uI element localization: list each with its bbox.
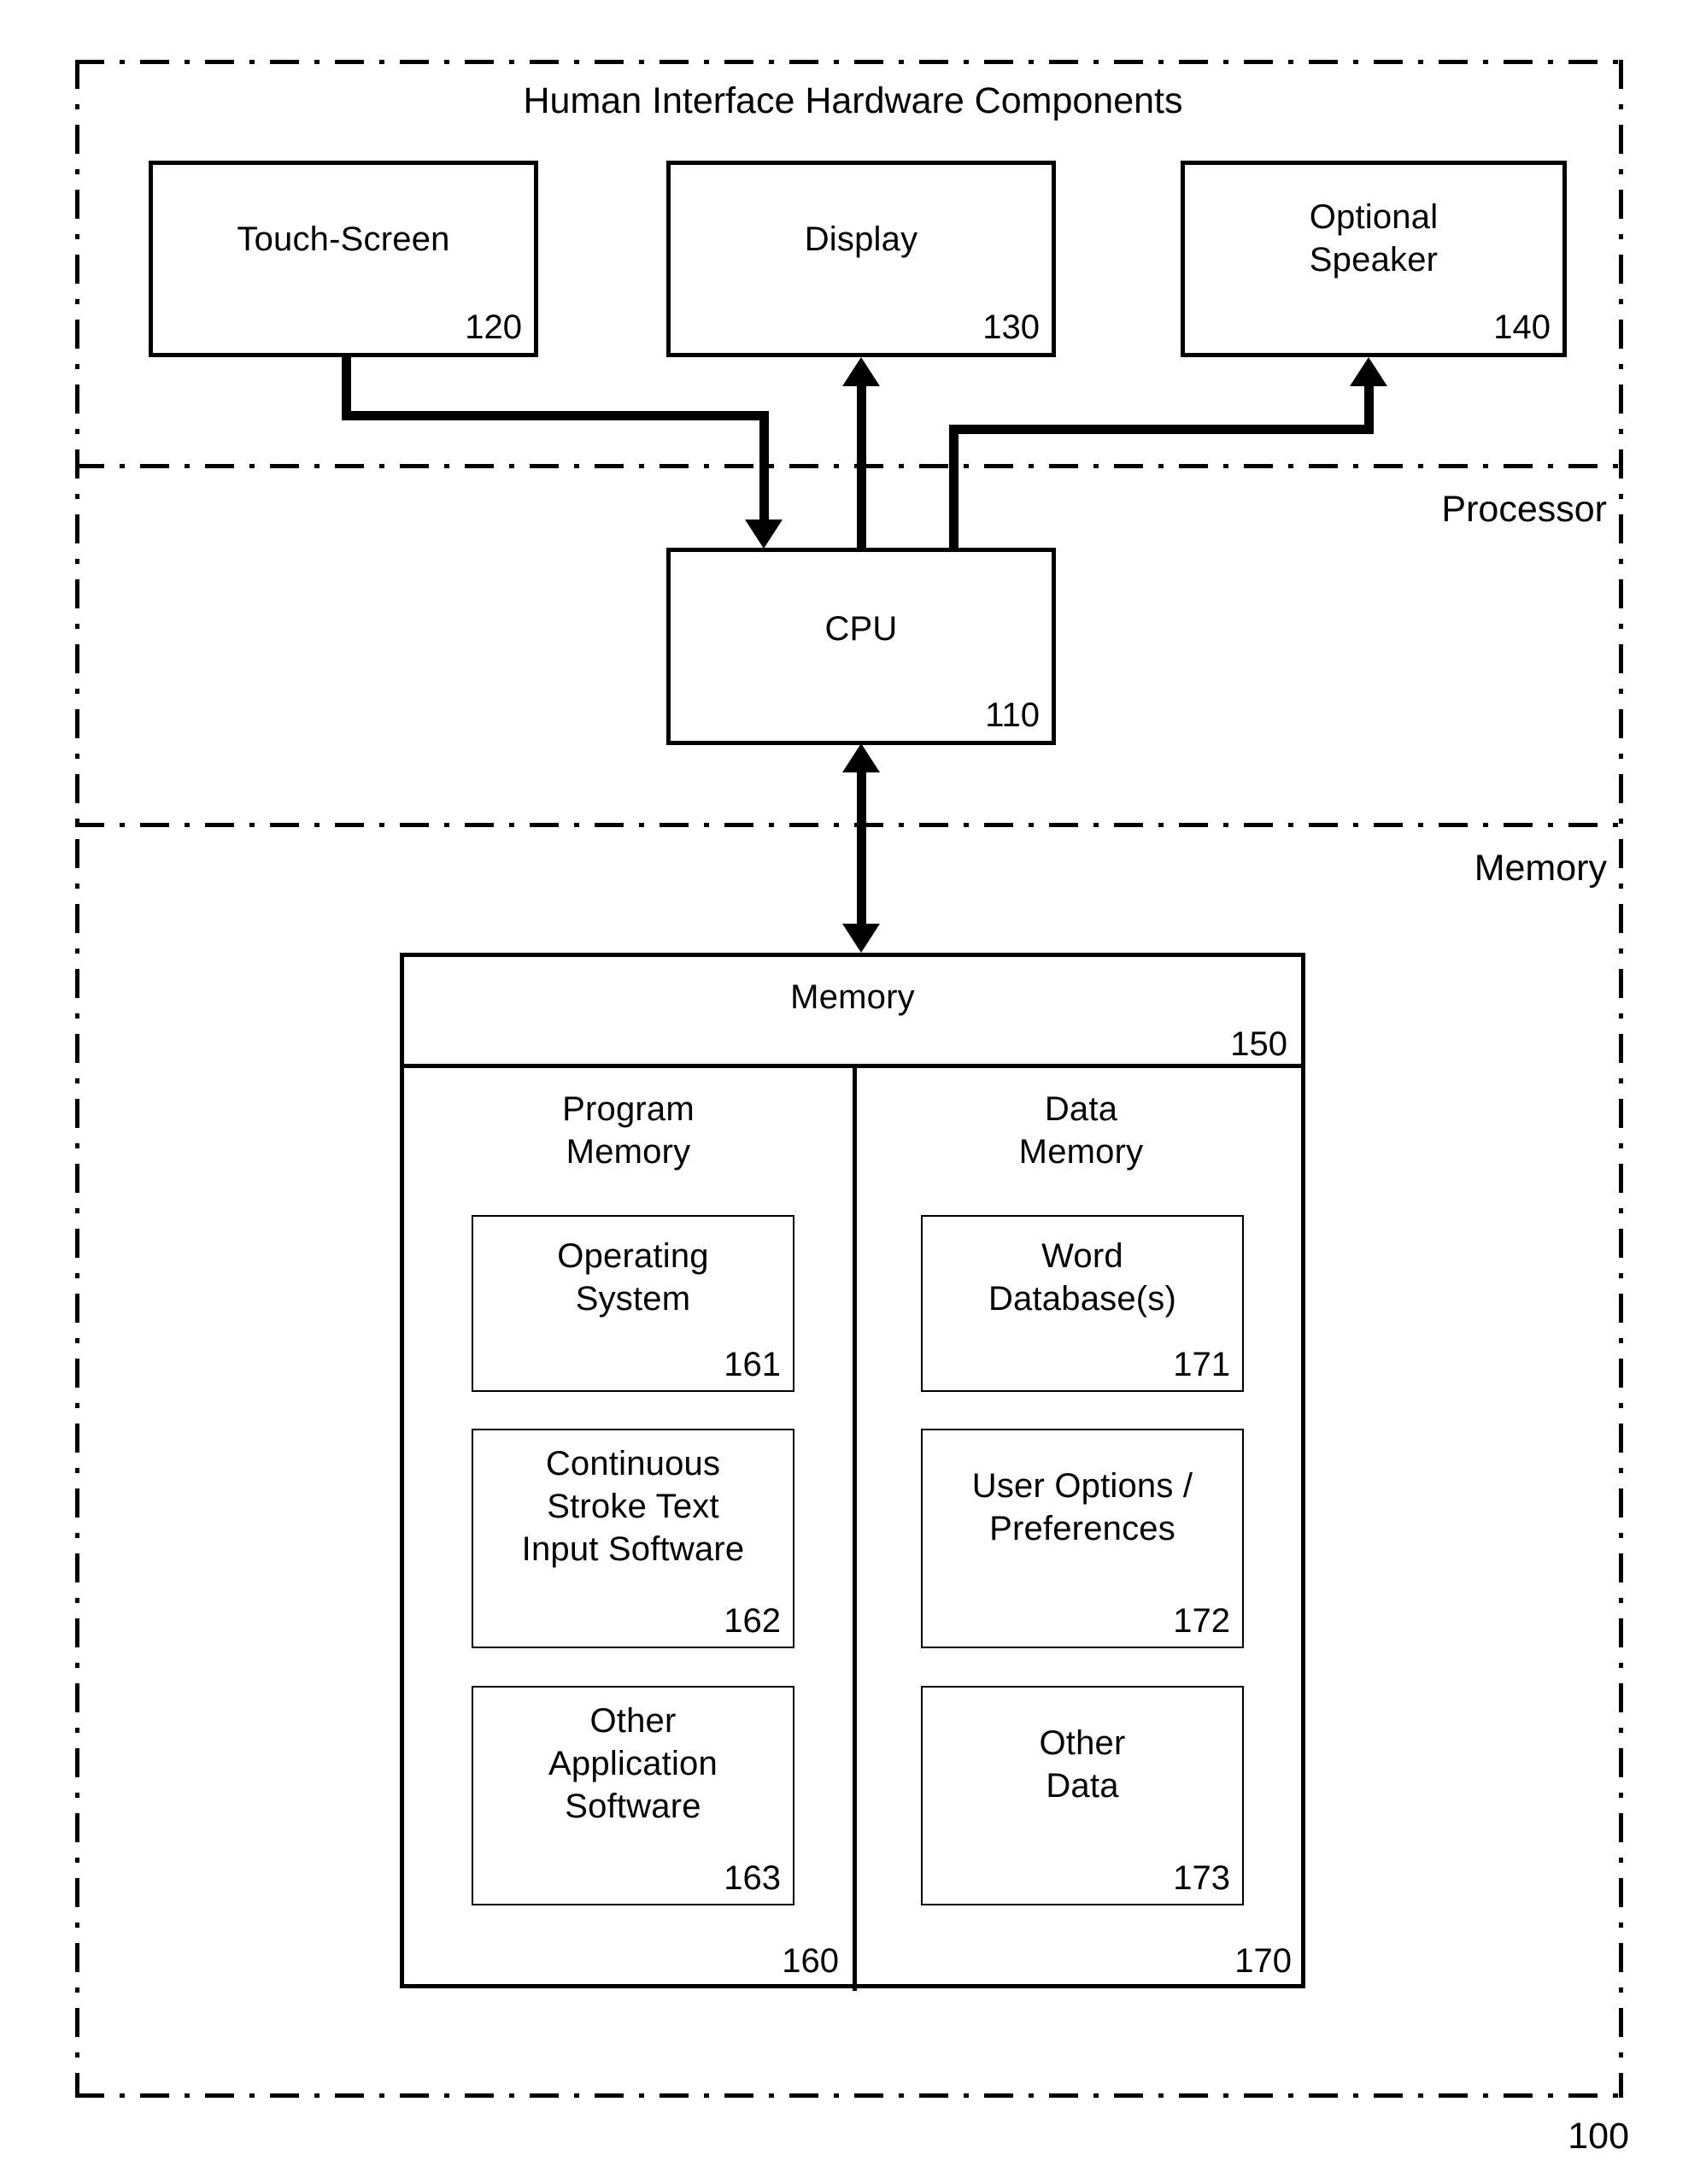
block-cst-input-software-label-line3: Input Software: [521, 1530, 745, 1568]
column-program-memory-label-line1: Program: [562, 1090, 695, 1128]
block-other-application-software: Other Application Software 163: [472, 1686, 794, 1905]
region-label-human-interface: Human Interface Hardware Components: [523, 80, 1183, 121]
block-other-application-software-label-line2: Application: [548, 1745, 718, 1782]
block-optional-speaker-label-line1: Optional: [1309, 198, 1439, 236]
block-operating-system-label-line1: Operating: [557, 1237, 709, 1275]
wire-touchscreen-to-cpu: [759, 411, 769, 524]
block-word-database-ref: 171: [1173, 1346, 1230, 1383]
arrowhead-memory-to-cpu: [842, 743, 880, 772]
block-other-application-software-ref: 163: [724, 1859, 781, 1897]
processor-divider: [75, 464, 1623, 468]
block-cst-input-software-ref: 162: [724, 1602, 781, 1640]
region-label-memory: Memory: [1474, 848, 1607, 889]
block-word-database: Word Database(s) 171: [921, 1215, 1244, 1392]
block-other-application-software-label-line1: Other: [589, 1702, 677, 1740]
block-cpu-label: CPU: [824, 610, 898, 648]
block-memory-label: Memory: [790, 978, 915, 1016]
wire-speaker-right: [949, 425, 1374, 434]
block-optional-speaker-ref: 140: [1493, 308, 1551, 346]
figure-reference-number: 100: [1568, 2116, 1629, 2157]
arrowhead-cpu-to-memory: [842, 924, 880, 953]
block-cst-input-software-label-line1: Continuous: [545, 1445, 721, 1482]
block-display-ref: 130: [982, 308, 1040, 346]
block-word-database-label-line1: Word: [1041, 1237, 1123, 1275]
wire-cpu-to-memory: [857, 769, 866, 930]
block-other-data-label-line1: Other: [1039, 1724, 1126, 1762]
arrowhead-cpu-to-display: [842, 357, 880, 386]
block-cpu: CPU 110: [666, 548, 1056, 745]
block-touch-screen-ref: 120: [465, 308, 522, 346]
block-user-options-preferences: User Options / Preferences 172: [921, 1429, 1244, 1648]
arrowhead-cpu-to-speaker: [1350, 357, 1387, 386]
outer-border-bottom: [75, 2093, 1623, 2098]
block-word-database-label-line2: Database(s): [988, 1280, 1177, 1318]
block-optional-speaker-label-line2: Speaker: [1309, 241, 1439, 279]
block-touch-screen: Touch-Screen 120: [149, 161, 538, 357]
wire-touchscreen-right: [342, 411, 769, 420]
outer-border-left: [75, 60, 79, 2098]
block-other-data: Other Data 173: [921, 1686, 1244, 1905]
column-program-memory-label-line2: Memory: [566, 1133, 691, 1171]
block-user-options-ref: 172: [1173, 1602, 1230, 1640]
region-label-processor: Processor: [1441, 489, 1607, 530]
patent-block-diagram: Human Interface Hardware Components Proc…: [0, 0, 1706, 2184]
block-cpu-ref: 110: [985, 696, 1040, 734]
block-user-options-label-line1: User Options /: [971, 1467, 1193, 1505]
arrowhead-touchscreen-to-cpu: [745, 520, 783, 549]
block-operating-system-ref: 161: [724, 1346, 781, 1383]
block-display: Display 130: [666, 161, 1056, 357]
block-cst-input-software-label-line2: Stroke Text: [547, 1488, 719, 1525]
block-memory: Memory 150 Program Memory 160 Operating …: [400, 953, 1305, 1991]
block-operating-system-label-line2: System: [575, 1280, 691, 1318]
block-touch-screen-label: Touch-Screen: [237, 220, 450, 258]
wire-speaker-up: [1364, 386, 1374, 430]
column-data-memory-label-line1: Data: [1044, 1090, 1118, 1128]
memory-divider: [75, 823, 1623, 827]
block-optional-speaker: Optional Speaker 140: [1181, 161, 1567, 357]
outer-border-right: [1619, 60, 1623, 2098]
block-user-options-label-line2: Preferences: [989, 1510, 1175, 1547]
block-memory-ref: 150: [1230, 1025, 1287, 1063]
block-continuous-stroke-text-input-software: Continuous Stroke Text Input Software 16…: [472, 1429, 794, 1648]
block-other-data-ref: 173: [1173, 1859, 1230, 1897]
column-data-memory-ref: 170: [1234, 1942, 1292, 1980]
block-other-application-software-label-line3: Software: [565, 1788, 701, 1825]
column-data-memory: Data Memory 170 Word Database(s) 171 Use…: [857, 1064, 1305, 1988]
wire-cpu-to-display: [857, 386, 866, 550]
block-operating-system: Operating System 161: [472, 1215, 794, 1392]
outer-border-top: [75, 60, 1623, 64]
column-program-memory-ref: 160: [782, 1942, 839, 1980]
column-program-memory: Program Memory 160 Operating System 161 …: [404, 1064, 853, 1988]
column-data-memory-label-line2: Memory: [1018, 1133, 1144, 1171]
wire-cpu-up-speaker: [949, 425, 959, 550]
block-other-data-label-line2: Data: [1046, 1767, 1119, 1805]
block-display-label: Display: [804, 220, 918, 258]
